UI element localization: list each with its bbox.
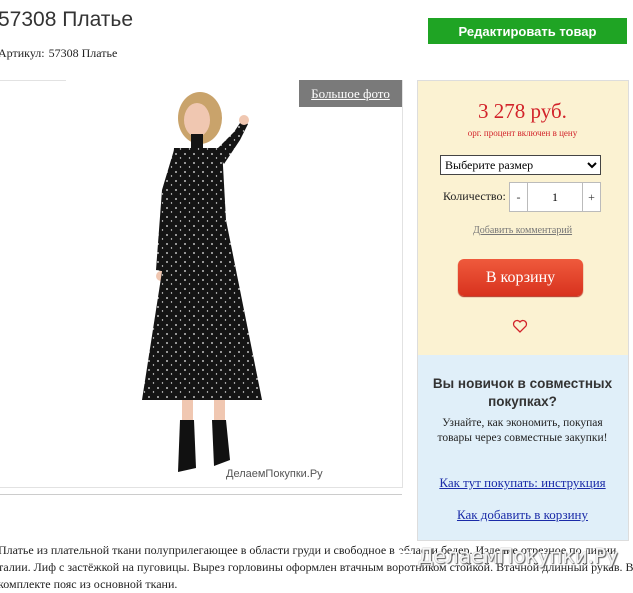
quantity-decrease-button[interactable]: - <box>510 183 528 211</box>
photo-watermark: ДелаемПокупки.Ру <box>226 468 323 480</box>
newbie-text: Узнайте, как экономить, покупая товары ч… <box>437 417 608 444</box>
add-to-cart-button[interactable]: В корзину <box>458 259 583 296</box>
quantity-stepper: - + <box>509 182 601 212</box>
add-comment-link[interactable]: Добавить комментарий <box>417 225 628 236</box>
sku-label: Артикул: <box>0 46 45 60</box>
site-watermark-text: ДелаемПокупки.Ру <box>418 544 618 568</box>
newbie-title: Вы новичок в совместных покупках? <box>432 376 613 409</box>
sku-line: Артикул: 57308 Платье <box>0 46 117 61</box>
product-photo[interactable] <box>66 80 334 486</box>
how-to-add-to-cart-link[interactable]: Как добавить в корзину <box>417 507 628 523</box>
price: 3 278 руб. <box>478 99 567 123</box>
heart-icon[interactable] <box>512 318 528 334</box>
quantity-input[interactable] <box>528 183 582 211</box>
cart-logo-icon <box>394 547 414 566</box>
page-title: 57308 Платье <box>0 8 134 31</box>
big-photo-link[interactable]: Большое фото <box>299 80 402 107</box>
size-select[interactable]: Выберите размер <box>440 155 601 175</box>
price-note: орг. процент включен в цену <box>467 128 578 138</box>
how-to-buy-link[interactable]: Как тут покупать: инструкция <box>417 475 628 491</box>
site-watermark: ДелаемПокупки.Ру <box>392 544 618 568</box>
sku-value: 57308 Платье <box>48 46 118 60</box>
quantity-label: Количество: <box>443 189 506 203</box>
dress-figure <box>142 92 262 472</box>
edit-product-button[interactable]: Редактировать товар <box>428 18 627 44</box>
divider <box>0 494 402 495</box>
quantity-increase-button[interactable]: + <box>582 183 600 211</box>
